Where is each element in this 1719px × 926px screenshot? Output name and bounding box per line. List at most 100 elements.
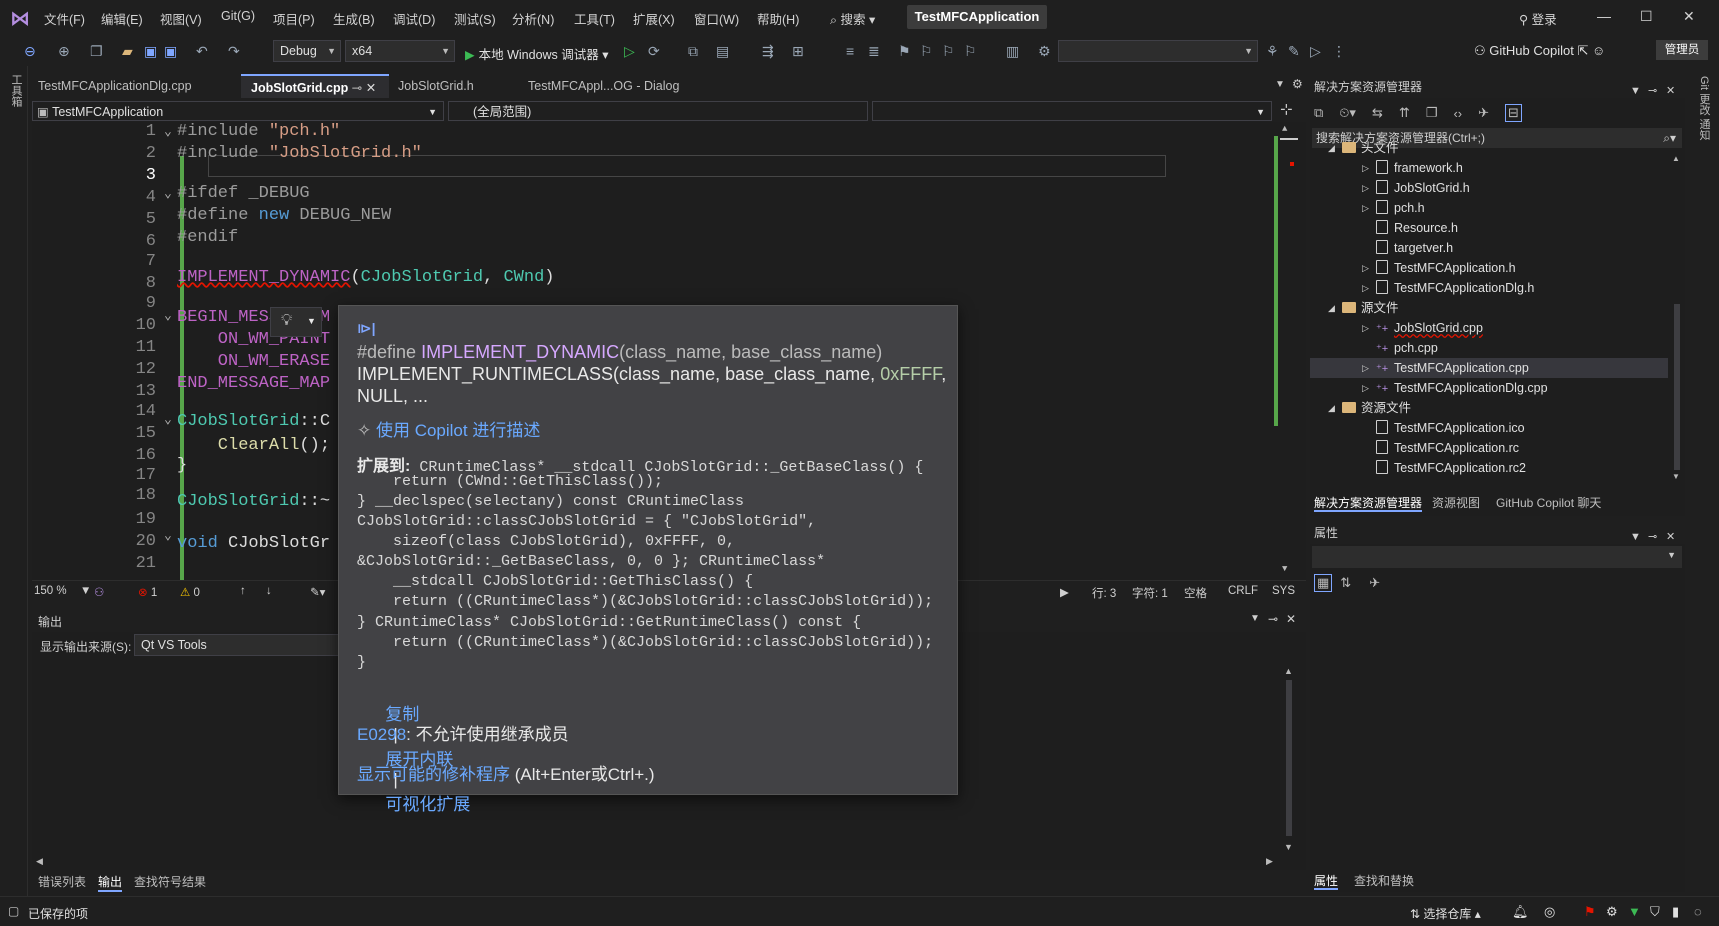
collapsed-arrow-icon[interactable]: ▷ (1362, 318, 1369, 338)
pin-icon[interactable]: ⊸ (352, 81, 362, 95)
sync-icon[interactable]: ⇆ (1372, 105, 1383, 121)
tree-file[interactable]: ▷ framework.h (1362, 158, 1463, 178)
login-button[interactable]: ⚲ 登录 (1519, 9, 1557, 28)
scroll-down-icon[interactable]: ▼ (1672, 472, 1680, 481)
fold-chevron-icon[interactable]: ⌄ (164, 186, 172, 201)
pin-icon[interactable]: ⊸ (1648, 80, 1657, 102)
search-button[interactable]: ⌕ 搜索 ▾ (830, 9, 875, 28)
git-changes-tab[interactable]: Git 更改 通知 (1696, 76, 1712, 140)
line-indicator[interactable]: 行: 3 (1092, 585, 1116, 601)
bookmark-icon[interactable]: ⚑ (898, 43, 911, 60)
zoom-level[interactable]: 150 % (34, 585, 67, 597)
char-indicator[interactable]: 字符: 1 (1132, 585, 1168, 601)
notifications-icon[interactable]: 🔔︎ (1512, 904, 1529, 920)
scroll-right-icon[interactable]: ▶ (1060, 585, 1069, 599)
configuration-select[interactable]: Debug ▼ (273, 40, 341, 62)
bookmark-clear-icon[interactable]: ⚐ (964, 43, 977, 60)
live-share-icon[interactable]: ▮ (1672, 904, 1679, 920)
error-count[interactable]: ⊗ 1 (138, 585, 157, 599)
menu-git[interactable]: Git(G) (221, 9, 255, 23)
output-vertical-scrollbar[interactable]: ▲ ▼ (1278, 664, 1300, 856)
output-window-icon[interactable]: ▥ (1006, 43, 1019, 60)
platform-select[interactable]: x64 ▼ (345, 40, 455, 62)
tab-solution-explorer[interactable]: 解决方案资源管理器 (1314, 494, 1423, 514)
tab-jobslotgrid-h[interactable]: JobSlotGrid.h (388, 74, 518, 98)
tree-file[interactable]: TestMFCApplication.rc (1376, 438, 1519, 458)
menu-view[interactable]: 视图(V) (160, 9, 202, 28)
copilot-status-icon[interactable]: ⚇ (94, 585, 104, 599)
close-tab-icon[interactable]: ✕ (366, 81, 376, 95)
split-editor-icon[interactable]: ⊹ (1280, 100, 1293, 118)
switch-view-icon[interactable]: ⧉ (1314, 105, 1323, 121)
scroll-up-icon[interactable]: ▲ (1672, 154, 1680, 163)
extension-icon[interactable]: ⚘ (1266, 43, 1279, 60)
warning-count[interactable]: ⚠ 0 (180, 585, 200, 599)
menu-analyze[interactable]: 分析(N) (512, 9, 554, 28)
breakpoint-icon[interactable]: ⊞ (792, 43, 804, 60)
tab-find-symbol-results[interactable]: 查找符号结果 (134, 873, 206, 890)
collapsed-arrow-icon[interactable]: ▷ (1362, 258, 1369, 278)
tab-find-replace[interactable]: 查找和替换 (1354, 872, 1414, 892)
redo-icon[interactable]: ↷ (228, 43, 240, 60)
show-all-files-icon[interactable]: ❐ (1426, 105, 1438, 121)
undo-icon[interactable]: ↶ (196, 43, 208, 60)
tab-testmfcapplicationdlg-cpp[interactable]: TestMFCApplicationDlg.cpp (28, 74, 240, 98)
tree-file[interactable]: TestMFCApplication.ico (1376, 418, 1525, 438)
visualize-expansion-link[interactable]: 可视化扩展 (385, 795, 470, 814)
tab-resource-view[interactable]: 资源视图 (1432, 494, 1480, 514)
find-combo[interactable]: ▼ (1058, 40, 1258, 62)
collapsed-arrow-icon[interactable]: ▷ (1362, 198, 1369, 218)
git-changes-icon[interactable]: ⚑ (1584, 904, 1596, 920)
property-pages-icon[interactable]: ✈ (1369, 575, 1380, 591)
close-icon[interactable]: ✕ (1286, 612, 1296, 626)
tree-file[interactable]: ⁺+ pch.cpp (1376, 338, 1438, 358)
brush-icon[interactable]: ✎ (1288, 43, 1300, 60)
project-select[interactable]: ▣ TestMFCApplication ▼ (32, 101, 444, 121)
bookmark-next-icon[interactable]: ⚐ (942, 43, 955, 60)
tree-file[interactable]: TestMFCApplication.rc2 (1376, 458, 1526, 478)
pin-icon[interactable]: ⊸ (1268, 612, 1278, 626)
new-project-icon[interactable]: ❐ (90, 43, 103, 60)
visual-studio-logo-icon[interactable]: ⋈ (10, 6, 34, 30)
tab-jobslotgrid-cpp[interactable]: JobSlotGrid.cpp ⊸ ✕ (241, 74, 389, 98)
play-small-icon[interactable]: ▷ (1310, 43, 1321, 60)
scrollbar-thumb[interactable] (1674, 304, 1680, 470)
open-folder-icon[interactable]: ▰ (122, 43, 133, 60)
output-source-select[interactable]: Qt VS Tools (134, 634, 364, 656)
menu-test[interactable]: 测试(S) (454, 9, 496, 28)
editor-vertical-scrollbar[interactable]: ▲ ▼ (1274, 122, 1306, 580)
categorized-icon[interactable]: ▦ (1314, 574, 1333, 592)
scope-select[interactable]: (全局范围) (448, 101, 868, 121)
menu-edit[interactable]: 编辑(E) (101, 9, 143, 28)
hot-reload-icon[interactable]: ⟳ (648, 43, 660, 60)
collapsed-arrow-icon[interactable]: ▷ (1362, 278, 1369, 298)
menu-tools[interactable]: 工具(T) (574, 9, 615, 28)
quick-actions-lightbulb[interactable]: 💡︎ ▼ (270, 307, 322, 337)
chevron-down-icon[interactable]: ▼ (1630, 526, 1641, 548)
collapsed-arrow-icon[interactable]: ▷ (1362, 158, 1369, 178)
tree-file[interactable]: ▷ pch.h (1362, 198, 1425, 218)
menu-extensions[interactable]: 扩展(X) (633, 9, 675, 28)
menu-window[interactable]: 窗口(W) (694, 9, 739, 28)
properties-wrench-icon[interactable]: ✈ (1478, 105, 1489, 121)
settings-gear-icon[interactable]: ⚙ (1292, 77, 1303, 91)
menu-project[interactable]: 项目(P) (273, 9, 315, 28)
minimize-icon[interactable]: — (1597, 8, 1611, 24)
github-copilot-button[interactable]: ⚇ GitHub Copilot ⇱ ☺ (1474, 43, 1605, 59)
save-icon[interactable]: ▣ (144, 43, 157, 60)
tab-dialog-resource[interactable]: TestMFCAppl...OG - Dialog (518, 74, 718, 98)
scrollbar-thumb[interactable] (1286, 680, 1292, 836)
attach-icon[interactable]: ⧉ (688, 43, 698, 60)
menu-file[interactable]: 文件(F) (44, 9, 85, 28)
fold-chevron-icon[interactable]: ⌄ (164, 528, 172, 543)
close-icon[interactable]: ✕ (1666, 80, 1675, 102)
expanded-arrow-icon[interactable]: ◢ (1328, 298, 1335, 318)
chevron-down-icon[interactable]: ▼ (1630, 80, 1641, 102)
scroll-up-icon[interactable]: ▲ (1282, 124, 1287, 134)
tree-folder-headers[interactable]: ◢ 头文件 (1328, 138, 1399, 158)
history-icon[interactable]: ⏲▾ (1339, 105, 1356, 121)
scroll-left-icon[interactable]: ◀ (36, 856, 43, 867)
solution-explorer-scrollbar[interactable]: ▲ ▼ (1670, 154, 1684, 484)
whitespace-indicator[interactable]: 空格 (1184, 585, 1207, 601)
fold-chevron-icon[interactable]: ⌄ (164, 412, 172, 427)
